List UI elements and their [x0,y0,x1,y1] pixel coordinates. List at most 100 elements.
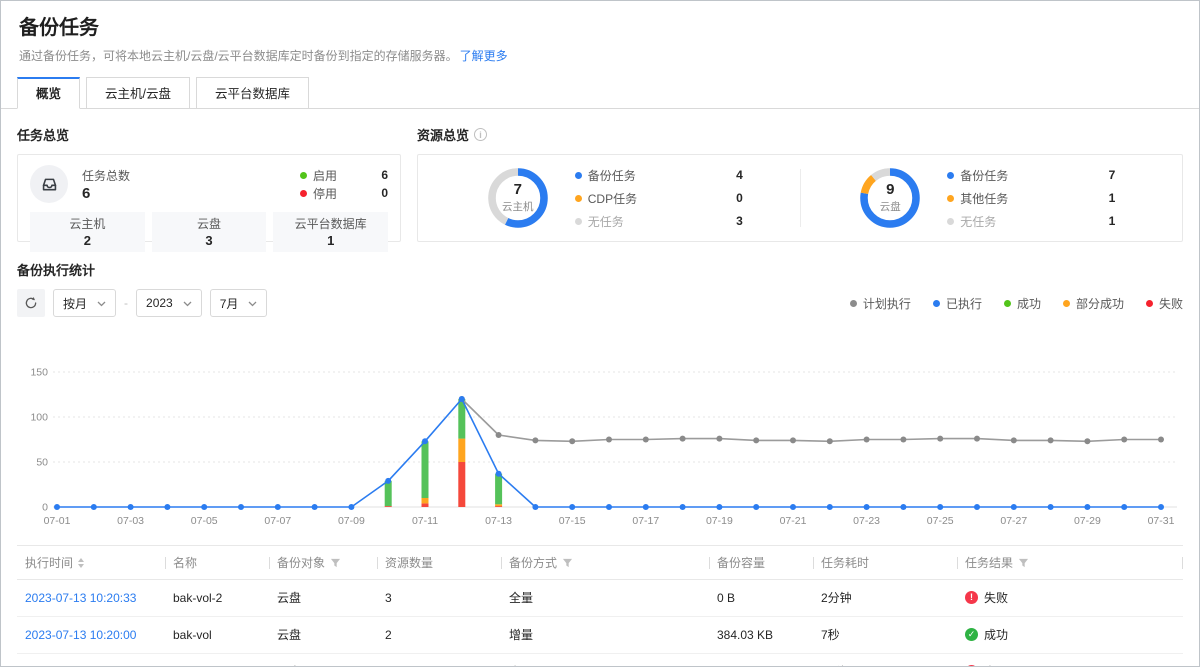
column-header-inner[interactable]: 任务结果 [965,554,1029,571]
task-overview-panel: 任务总数 6 启用6停用0 云主机2云盘3云平台数据库1 [17,154,401,242]
resource-group: 7云主机备份任务4CDP任务0无任务3 [428,164,800,233]
column-label: 备份对象 [277,554,325,571]
column-header-inner[interactable]: 资源数量 [385,554,433,571]
result-text: 成功 [984,626,1008,643]
result-badge: !失败 [965,663,1175,667]
legend-dot [947,218,954,225]
chevron-down-icon [248,301,257,307]
stats-title: 备份执行统计 [17,260,1183,279]
status-label: 停用 [313,185,381,202]
period-select[interactable]: 按月 [53,289,116,317]
donut-value: 7 [514,182,522,198]
donut-label: 云盘 [880,199,901,214]
task-type-value: 1 [273,233,388,248]
table-row: 2023-07-13 10:20:00bak-vol云盘2增量384.03 KB… [17,617,1183,654]
column-header-inner[interactable]: 备份方式 [509,554,573,571]
sort-icon[interactable] [78,558,84,568]
legend-dot [575,195,582,202]
refresh-button[interactable] [17,289,45,317]
filter-separator: - [124,296,128,310]
month-select[interactable]: 7月 [210,289,268,317]
status-dot [300,190,307,197]
legend-dot [947,172,954,179]
task-type-box[interactable]: 云盘3 [152,212,267,252]
column-header-inner[interactable]: 备份对象 [277,554,341,571]
tab-db[interactable]: 云平台数据库 [196,77,309,109]
svg-text:07-03: 07-03 [117,515,144,527]
legend-dot [575,172,582,179]
legend-label: 部分成功 [1076,295,1124,312]
svg-text:07-01: 07-01 [44,515,71,527]
svg-text:07-19: 07-19 [706,515,733,527]
column-header-inner[interactable]: 执行时间 [25,554,84,571]
task-type-box[interactable]: 云平台数据库1 [273,212,388,252]
status-dot [300,172,307,179]
donut-label: 云主机 [502,199,534,214]
donut-legend: 备份任务4CDP任务0无任务3 [575,164,743,233]
filter-icon[interactable] [1018,558,1029,568]
svg-text:07-21: 07-21 [780,515,807,527]
filter-icon[interactable] [330,558,341,568]
legend-row: 无任务1 [947,210,1115,233]
resource-overview-panel: 7云主机备份任务4CDP任务0无任务39云盘备份任务7其他任务1无任务1 [417,154,1183,242]
chart-legend-item[interactable]: 成功 [1004,295,1041,312]
duration-cell: 7秒 [813,617,957,654]
donut-legend: 备份任务7其他任务1无任务1 [947,164,1115,233]
month-select-value: 7月 [220,295,239,312]
column-header-8: 任务结果 [957,546,1183,580]
column-header-inner[interactable]: 名称 [173,554,197,571]
chart-legend-item[interactable]: 已执行 [933,295,982,312]
status-label: 启用 [313,167,381,184]
svg-text:150: 150 [30,367,48,379]
learn-more-link[interactable]: 了解更多 [460,49,508,63]
legend-row: 无任务3 [575,210,743,233]
chart-legend-item[interactable]: 计划执行 [850,295,911,312]
column-label: 备份容量 [717,554,765,571]
page-title: 备份任务 [19,15,1179,41]
chart-legend-item[interactable]: 部分成功 [1063,295,1124,312]
target-cell: 云盘 [269,617,377,654]
backup-exec-chart: 05010015007-0107-0307-0507-0707-0907-110… [17,361,1183,533]
exec-time-link[interactable]: 2023-07-13 10:20:33 [17,580,165,617]
svg-text:07-05: 07-05 [191,515,218,527]
column-label: 备份方式 [509,554,557,571]
year-select[interactable]: 2023 [136,289,202,317]
info-circle-icon[interactable]: i [474,128,487,141]
chevron-down-icon [183,301,192,307]
legend-dot [1146,300,1153,307]
year-select-value: 2023 [146,296,173,310]
task-total-value: 6 [82,185,130,202]
column-header-3: 备份对象 [269,546,377,580]
legend-label: 失败 [1159,295,1183,312]
tab-overview[interactable]: 概览 [17,77,80,109]
exec-time-link[interactable]: 2023-07-13 10:19:54 [17,654,165,667]
donut-chart: 9云盘 [857,165,923,231]
status-value: 6 [381,168,388,182]
legend-label: CDP任务 [588,190,736,207]
svg-text:07-09: 07-09 [338,515,365,527]
target-cell: 云盘 [269,580,377,617]
backup-records-table: 执行时间 名称 备份对象 资源数量 备份方式 备份容量 任务耗时 任务结果 2023-07-1… [17,545,1183,667]
column-header-inner[interactable]: 任务耗时 [821,554,869,571]
column-label: 资源数量 [385,554,433,571]
donut-center: 7云主机 [485,165,551,231]
column-header-inner[interactable]: 备份容量 [717,554,765,571]
task-status-legend: 启用6停用0 [300,166,388,202]
chart-legend-item[interactable]: 失败 [1146,295,1183,312]
task-type-box[interactable]: 云主机2 [30,212,145,252]
inbox-icon [30,165,68,203]
target-cell: 云盘 [269,654,377,667]
count-cell: 3 [377,654,501,667]
task-type-label: 云盘 [152,215,267,232]
task-status-row: 启用6 [300,166,388,184]
task-total-label: 任务总数 [82,167,130,184]
exec-time-link[interactable]: 2023-07-13 10:20:00 [17,617,165,654]
legend-value: 0 [736,191,743,205]
legend-dot [575,218,582,225]
tab-vm-volume[interactable]: 云主机/云盘 [86,77,190,109]
tab-bar: 概览云主机/云盘云平台数据库 [1,76,1199,109]
legend-label: 其他任务 [960,190,1108,207]
legend-dot [947,195,954,202]
filter-icon[interactable] [562,558,573,568]
svg-text:07-23: 07-23 [853,515,880,527]
